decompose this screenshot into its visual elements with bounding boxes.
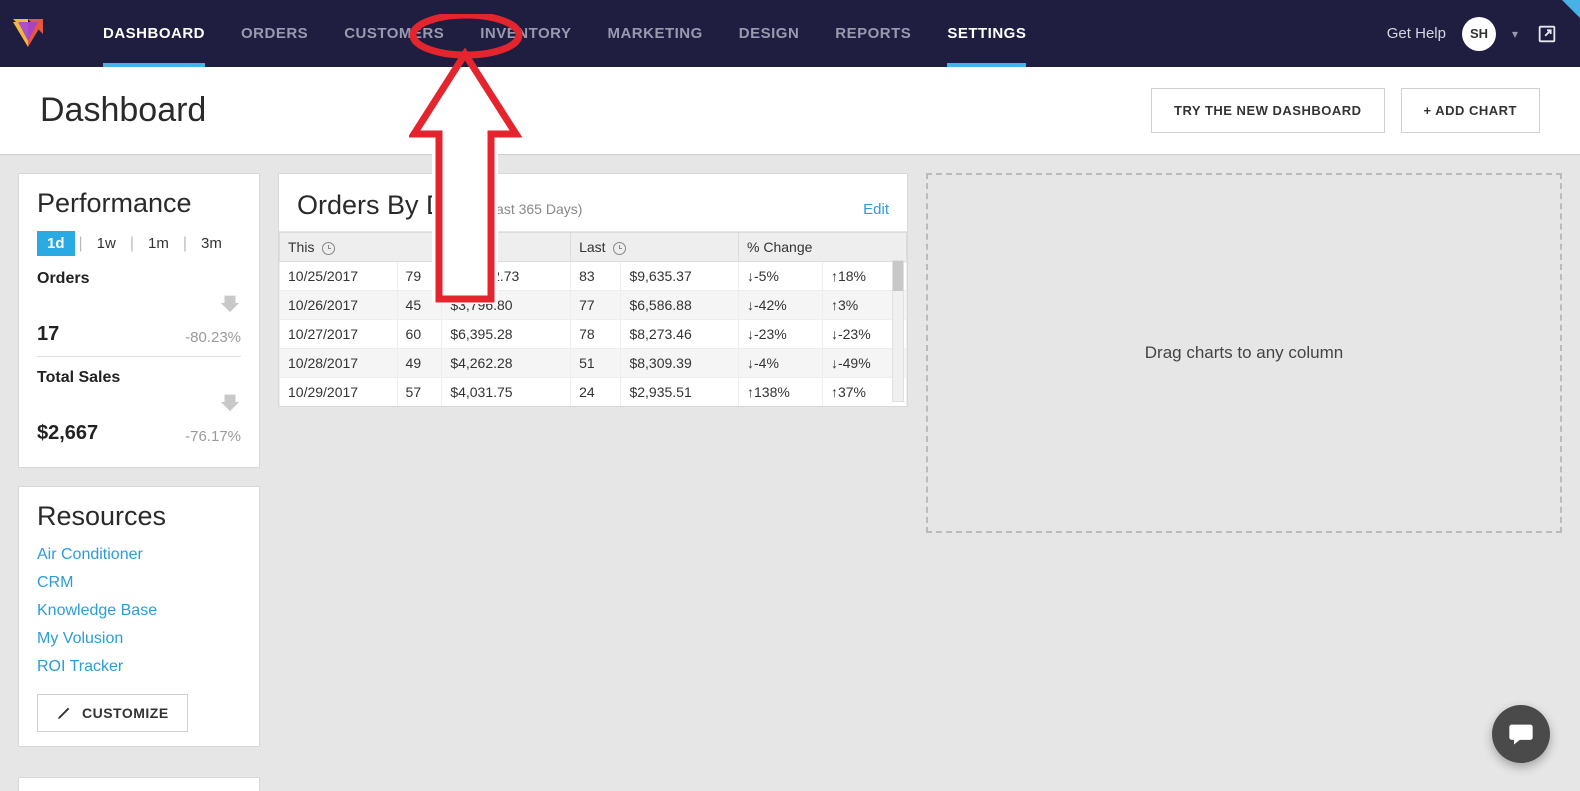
chevron-down-icon[interactable]: ▾	[1512, 27, 1518, 41]
th-this[interactable]: This	[280, 233, 571, 262]
nav-right: Get Help SH ▾	[1387, 17, 1560, 51]
customize-button[interactable]: CUSTOMIZE	[37, 694, 188, 732]
sales-delta: -76.17%	[185, 428, 241, 445]
user-avatar[interactable]: SH	[1462, 17, 1496, 51]
nav-inventory[interactable]: INVENTORY	[462, 0, 589, 67]
nav-settings[interactable]: SETTINGS	[929, 0, 1044, 67]
performance-title: Performance	[37, 188, 241, 219]
resource-link[interactable]: CRM	[37, 574, 241, 592]
nav-design[interactable]: DESIGN	[721, 0, 818, 67]
th-change[interactable]: % Change	[739, 233, 907, 262]
range-1w[interactable]: 1w	[87, 231, 126, 256]
range-1m[interactable]: 1m	[138, 231, 179, 256]
clock-icon	[613, 242, 626, 255]
obd-table: This Last % Change 10/25/201779$11,372.7…	[279, 232, 907, 406]
orders-value: 17	[37, 323, 59, 346]
range-3m[interactable]: 3m	[191, 231, 232, 256]
nav-dashboard[interactable]: DASHBOARD	[85, 0, 223, 67]
obd-edit-link[interactable]: Edit	[863, 201, 889, 218]
obd-title: Orders By Day	[297, 190, 474, 221]
chart-dropzone[interactable]: Drag charts to any column	[926, 173, 1562, 533]
resource-link[interactable]: ROI Tracker	[37, 658, 241, 676]
nav-items: DASHBOARD ORDERS CUSTOMERS INVENTORY MAR…	[85, 0, 1044, 67]
orders-label: Orders	[37, 270, 241, 288]
resources-title: Resources	[37, 501, 241, 532]
clock-icon	[322, 242, 335, 255]
arrow-down-icon	[219, 391, 241, 413]
orders-by-day-card: Orders By Day (Past 365 Days) Edit This …	[278, 173, 908, 407]
top-nav: DASHBOARD ORDERS CUSTOMERS INVENTORY MAR…	[0, 0, 1580, 67]
table-row: 10/26/201745$3,796.8077$6,586.88↓-42%↑3%	[280, 291, 907, 320]
pencil-icon	[56, 705, 72, 721]
resources-card: Resources Air Conditioner CRM Knowledge …	[18, 486, 260, 747]
time-range: 1d | 1w | 1m | 3m	[37, 231, 241, 256]
external-link-icon[interactable]	[1534, 21, 1560, 47]
page-header: Dashboard TRY THE NEW DASHBOARD + ADD CH…	[0, 67, 1580, 154]
resource-link[interactable]: Knowledge Base	[37, 602, 241, 620]
get-help-link[interactable]: Get Help	[1387, 25, 1446, 42]
nav-reports[interactable]: REPORTS	[817, 0, 929, 67]
try-new-dashboard-button[interactable]: TRY THE NEW DASHBOARD	[1151, 88, 1384, 133]
main-content: Performance 1d | 1w | 1m | 3m Orders	[0, 155, 1580, 765]
page-title: Dashboard	[40, 91, 206, 130]
chat-icon	[1507, 720, 1535, 748]
corner-triangle-icon	[1562, 0, 1580, 18]
table-row: 10/25/201779$11,372.7383$9,635.37↓-5%↑18…	[280, 262, 907, 291]
sales-label: Total Sales	[37, 369, 241, 387]
sales-value: $2,667	[37, 422, 98, 445]
resource-link[interactable]: Air Conditioner	[37, 546, 241, 564]
dropzone-text: Drag charts to any column	[1145, 343, 1343, 363]
nav-marketing[interactable]: MARKETING	[589, 0, 720, 67]
table-row: 10/27/201760$6,395.2878$8,273.46↓-23%↓-2…	[280, 320, 907, 349]
th-last[interactable]: Last	[571, 233, 739, 262]
add-chart-button[interactable]: + ADD CHART	[1401, 88, 1541, 133]
arrow-down-icon	[219, 292, 241, 314]
range-1d[interactable]: 1d	[37, 231, 75, 256]
performance-card: Performance 1d | 1w | 1m | 3m Orders	[18, 173, 260, 468]
resource-link[interactable]: My Volusion	[37, 630, 241, 648]
card-stub	[18, 777, 260, 791]
chat-fab[interactable]	[1492, 705, 1550, 763]
logo-icon[interactable]	[10, 16, 45, 51]
nav-orders[interactable]: ORDERS	[223, 0, 326, 67]
obd-subtitle: (Past 365 Days)	[482, 201, 582, 217]
table-row: 10/28/201749$4,262.2851$8,309.39↓-4%↓-49…	[280, 349, 907, 378]
orders-delta: -80.23%	[185, 329, 241, 346]
nav-customers[interactable]: CUSTOMERS	[326, 0, 462, 67]
scrollbar[interactable]	[892, 260, 904, 402]
table-row: 10/29/201757$4,031.7524$2,935.51↑138%↑37…	[280, 378, 907, 407]
